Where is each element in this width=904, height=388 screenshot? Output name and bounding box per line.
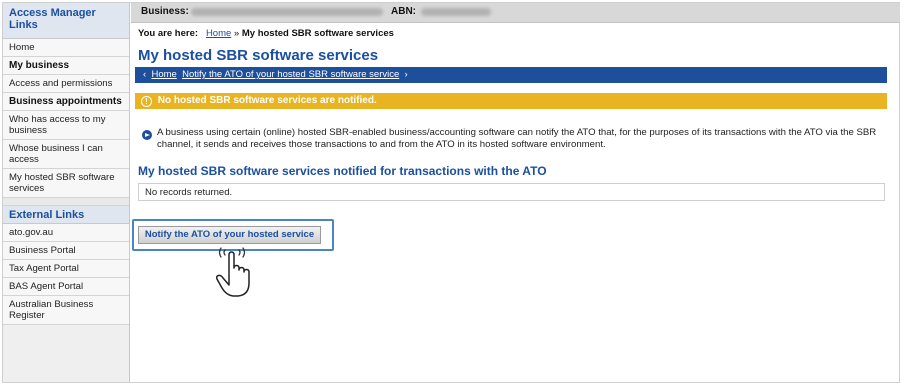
- sidebar-item-business-appointments[interactable]: Business appointments: [3, 93, 129, 111]
- sidebar-heading-external-links: External Links: [3, 206, 129, 224]
- section-title: My hosted SBR software services notified…: [138, 164, 547, 178]
- breadcrumb-prefix: You are here:: [138, 28, 199, 39]
- records-table: No records returned.: [138, 183, 885, 201]
- warning-banner: ! No hosted SBR software services are no…: [135, 93, 887, 109]
- records-empty-text: No records returned.: [145, 187, 233, 198]
- business-header-bar: Business: ABN:: [131, 3, 900, 23]
- sidebar-item-home[interactable]: Home: [3, 39, 129, 57]
- warning-text: No hosted SBR software services are noti…: [157, 95, 377, 106]
- chevron-left-icon: ‹: [143, 69, 147, 80]
- info-arrow-icon: [142, 130, 152, 140]
- sidebar-heading-access-manager: Access Manager Links: [3, 3, 129, 39]
- breadcrumb: You are here: Home » My hosted SBR softw…: [138, 28, 394, 39]
- breadcrumb-home-link[interactable]: Home: [206, 28, 231, 39]
- warning-icon: !: [141, 96, 152, 107]
- breadcrumb-current: My hosted SBR software services: [241, 28, 394, 39]
- sidebar-item-abr[interactable]: Australian Business Register: [3, 296, 129, 325]
- sidebar-item-who-has-access[interactable]: Who has access to my business: [3, 111, 129, 140]
- nav-home-link[interactable]: Home: [151, 69, 176, 80]
- sidebar-item-hosted-sbr[interactable]: My hosted SBR software services: [3, 169, 129, 198]
- chevron-right-icon: ›: [404, 69, 408, 80]
- info-paragraph: A business using certain (online) hosted…: [157, 127, 877, 150]
- pointer-hand-icon: [215, 247, 250, 297]
- sidebar-item-bas-agent-portal[interactable]: BAS Agent Portal: [3, 278, 129, 296]
- abn-label: ABN:: [391, 6, 416, 17]
- sidebar-item-my-business[interactable]: My business: [3, 57, 129, 75]
- sidebar-item-whose-business[interactable]: Whose business I can access: [3, 140, 129, 169]
- action-nav-bar: ‹ Home Notify the ATO of your hosted SBR…: [135, 67, 887, 83]
- business-name-redacted: [191, 8, 383, 16]
- notify-ato-button[interactable]: Notify the ATO of your hosted service: [138, 226, 321, 244]
- sidebar-item-business-portal[interactable]: Business Portal: [3, 242, 129, 260]
- abn-value-redacted: [421, 8, 491, 16]
- sidebar-divider: [3, 198, 129, 206]
- sidebar-item-tax-agent-portal[interactable]: Tax Agent Portal: [3, 260, 129, 278]
- sidebar: Access Manager Links Home My business Ac…: [3, 3, 130, 382]
- page-title: My hosted SBR software services: [138, 47, 379, 64]
- sidebar-item-ato-gov-au[interactable]: ato.gov.au: [3, 224, 129, 242]
- business-label: Business:: [141, 6, 189, 17]
- breadcrumb-separator: »: [233, 28, 240, 39]
- nav-notify-ato-link[interactable]: Notify the ATO of your hosted SBR softwa…: [182, 69, 399, 80]
- sidebar-item-access-permissions[interactable]: Access and permissions: [3, 75, 129, 93]
